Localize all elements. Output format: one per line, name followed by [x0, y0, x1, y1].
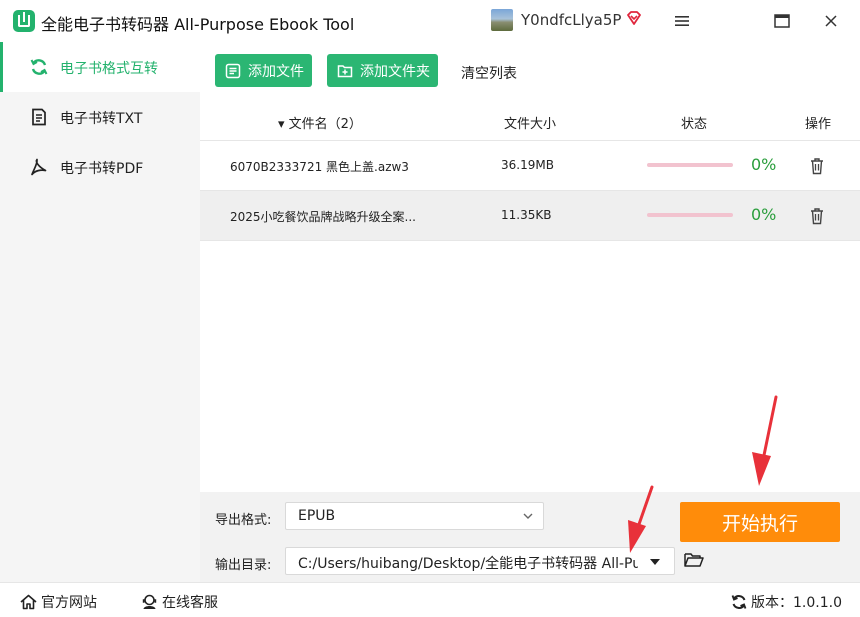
column-header-size: 文件大小 [504, 117, 557, 132]
sidebar-item-format-convert[interactable]: 电子书格式互转 [0, 42, 200, 92]
close-button[interactable] [817, 8, 845, 34]
sidebar-item-label: 电子书转PDF [60, 161, 144, 177]
sidebar: 电子书格式互转 电子书转TXT 电子书转PDF [0, 42, 200, 582]
add-file-icon [225, 63, 241, 78]
version-info: 版本：1.0.1.0 [731, 592, 842, 612]
format-select[interactable]: EPUB [285, 502, 544, 530]
pdf-icon [31, 158, 47, 176]
progress-bar [647, 163, 733, 167]
add-folder-button[interactable]: 添加文件夹 [327, 54, 438, 87]
table-header: ▾ 文件名（2） 文件大小 状态 操作 [200, 98, 860, 141]
online-service-link[interactable]: 在线客服 [141, 592, 218, 612]
column-header-op: 操作 [805, 117, 832, 132]
refresh-icon [30, 59, 48, 75]
file-size: 36.19MB [501, 158, 554, 172]
toolbar: 添加文件 添加文件夹 清空列表 [200, 42, 860, 98]
column-header-name[interactable]: ▾ 文件名（2） [278, 113, 362, 132]
maximize-icon [774, 14, 790, 28]
add-file-label: 添加文件 [248, 63, 304, 80]
add-folder-icon [337, 64, 353, 77]
file-name: 6070B2333721 黑色上盖.azw3 [230, 160, 409, 174]
maximize-button[interactable] [768, 8, 796, 34]
home-icon [20, 594, 37, 610]
output-dir-select[interactable]: C:/Users/huibang/Desktop/全能电子书转码器 All-Pu… [285, 547, 675, 575]
update-icon [731, 595, 747, 609]
title-bar: 全能电子书转码器 All-Purpose Ebook Tool Y0ndfcLl… [0, 0, 860, 42]
add-file-button[interactable]: 添加文件 [215, 54, 312, 87]
output-settings-panel: 导出格式: EPUB 输出目录: C:/Users/huibang/Deskto… [200, 492, 860, 582]
trash-icon[interactable] [809, 157, 825, 175]
sidebar-item-to-txt[interactable]: 电子书转TXT [0, 92, 200, 142]
clear-list-button[interactable]: 清空列表 [461, 63, 517, 83]
version-label: 版本：1.0.1.0 [751, 595, 842, 611]
file-name: 2025小吃餐饮品牌战略升级全案... [230, 210, 416, 224]
official-website-label: 官方网站 [41, 595, 97, 611]
start-button[interactable]: 开始执行 [680, 502, 840, 542]
txt-document-icon [32, 108, 46, 126]
format-value: EPUB [298, 508, 336, 524]
status-bar: 官方网站 在线客服 版本：1.0.1.0 [0, 582, 860, 617]
output-dir-value: C:/Users/huibang/Desktop/全能电子书转码器 All-Pu… [298, 556, 638, 572]
add-folder-label: 添加文件夹 [360, 63, 430, 80]
format-label: 导出格式: [215, 513, 272, 528]
official-website-link[interactable]: 官方网站 [20, 592, 97, 612]
progress-percent: 0% [751, 155, 777, 174]
avatar[interactable] [491, 9, 513, 31]
table-row[interactable]: 6070B2333721 黑色上盖.azw3 36.19MB 0% [200, 141, 860, 191]
progress-bar [647, 213, 733, 217]
app-logo-icon [13, 10, 35, 32]
menu-button[interactable] [668, 8, 696, 34]
close-icon [825, 15, 837, 27]
column-header-status: 状态 [681, 117, 708, 132]
open-folder-icon[interactable] [684, 552, 704, 568]
sidebar-item-label: 电子书转TXT [60, 111, 143, 127]
trash-icon[interactable] [809, 207, 825, 225]
chevron-down-icon [523, 513, 533, 519]
table-row[interactable]: 2025小吃餐饮品牌战略升级全案... 11.35KB 0% [200, 191, 860, 241]
file-size: 11.35KB [501, 208, 552, 222]
customer-service-icon [142, 594, 157, 609]
menu-icon [675, 16, 689, 26]
sidebar-item-to-pdf[interactable]: 电子书转PDF [0, 142, 200, 192]
caret-down-icon [650, 559, 660, 565]
progress-percent: 0% [751, 205, 777, 224]
username[interactable]: Y0ndfcLlya5P [521, 11, 621, 29]
main-panel: 添加文件 添加文件夹 清空列表 ▾ 文件名（2） 文件大小 状态 操作 6070… [200, 42, 860, 492]
vip-diamond-icon[interactable] [626, 10, 642, 26]
online-service-label: 在线客服 [162, 595, 218, 611]
output-dir-label: 输出目录: [215, 558, 272, 573]
sidebar-item-label: 电子书格式互转 [60, 61, 158, 77]
app-window: 全能电子书转码器 All-Purpose Ebook Tool Y0ndfcLl… [0, 0, 860, 617]
app-title: 全能电子书转码器 All-Purpose Ebook Tool [41, 15, 355, 34]
